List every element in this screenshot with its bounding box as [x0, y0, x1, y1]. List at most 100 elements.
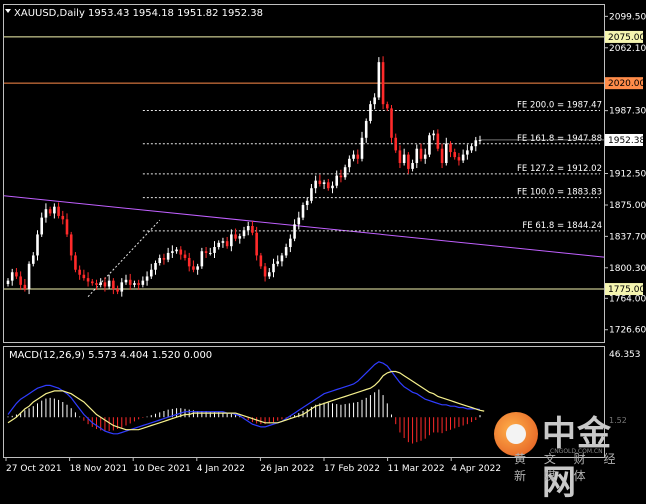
- candle-body-down: [82, 274, 86, 279]
- fibonacci-level-label: FE 161.8 = 1947.88: [517, 134, 602, 144]
- candle-body-up: [411, 162, 414, 169]
- candle-body-up: [10, 272, 14, 281]
- candle-body-up: [99, 282, 103, 285]
- candle-body-up: [27, 263, 31, 290]
- level-price-label: 1775.00: [608, 285, 645, 295]
- candle-body-up: [369, 104, 372, 121]
- fibonacci-level-label: FE 200.0 = 1987.47: [517, 100, 602, 110]
- price-axis-label: 1875.00: [609, 201, 646, 211]
- candle-body-down: [251, 226, 254, 233]
- candle-body-up: [213, 247, 216, 253]
- candle-body-down: [390, 108, 393, 138]
- candle-body-down: [436, 133, 440, 149]
- candle-body-up: [322, 182, 326, 185]
- candle-body-up: [149, 269, 153, 277]
- candle-body-up: [53, 206, 56, 214]
- candle-body-up: [217, 242, 221, 248]
- candle-body-up: [423, 154, 427, 159]
- candle-body-down: [204, 251, 208, 253]
- candle-body-down: [453, 152, 457, 158]
- candle-body-up: [120, 282, 124, 292]
- candle-body-up: [272, 263, 275, 273]
- candle-body-up: [343, 167, 347, 178]
- candle-body-down: [263, 266, 267, 277]
- candle-body-up: [310, 188, 313, 201]
- candle-body-up: [267, 272, 271, 277]
- candle-body-up: [44, 209, 48, 218]
- time-axis-label: 26 Jan 2022: [260, 464, 314, 474]
- candle-body-up: [171, 251, 174, 253]
- candle-body-down: [48, 209, 52, 214]
- price-axis-label: 1726.60: [609, 326, 646, 336]
- candle-body-up: [141, 280, 145, 285]
- macd-axis-label: 46.353: [609, 350, 641, 360]
- candle-body-down: [419, 148, 423, 159]
- symbol-header: XAUUSD,Daily 1953.43 1954.18 1951.82 195…: [14, 8, 263, 19]
- candle-body-up: [428, 135, 431, 155]
- current-price-label: 1952.38: [608, 136, 645, 146]
- price-axis-label: 2062.10: [609, 44, 646, 54]
- candle-body-down: [179, 249, 183, 255]
- time-axis-label: 18 Nov 2021: [70, 464, 128, 474]
- candle-body-up: [474, 140, 478, 147]
- candle-body-down: [318, 180, 322, 185]
- candle-body-up: [133, 283, 136, 285]
- candle-body-down: [398, 150, 402, 163]
- candle-body-down: [381, 62, 385, 105]
- candle-body-up: [154, 263, 157, 270]
- candle-body-down: [259, 255, 263, 267]
- candle-body-up: [246, 226, 250, 231]
- watermark-logo: 中金网 CNGOLD.COM.CN 黄 文 财 经 新 媒 体: [494, 404, 644, 503]
- candle-body-down: [23, 284, 27, 290]
- price-axis-label: 2099.50: [609, 12, 646, 22]
- candle-body-down: [86, 278, 90, 282]
- candle-body-down: [78, 269, 81, 275]
- level-price-label: 2075.00: [608, 33, 645, 43]
- level-price-label: 2020.00: [608, 79, 645, 89]
- candle-body-up: [373, 97, 376, 105]
- candle-body-up: [276, 261, 280, 264]
- macd-header: MACD(12,26,9) 5.573 4.404 1.520 0.000: [9, 350, 212, 361]
- candle-body-down: [61, 215, 65, 220]
- candle-body-up: [6, 280, 10, 285]
- price-axis-label: 1800.30: [609, 264, 646, 274]
- candle-body-down: [162, 257, 166, 260]
- time-axis-label: 11 Mar 2022: [388, 464, 445, 474]
- candle-body-down: [407, 154, 410, 169]
- candle-body-up: [402, 154, 406, 163]
- candle-body-up: [470, 146, 473, 151]
- price-axis-label: 1912.50: [609, 170, 646, 180]
- candle-body-down: [234, 234, 237, 239]
- candle-body-up: [158, 257, 162, 264]
- fibonacci-level-label: FE 127.2 = 1912.02: [517, 164, 602, 174]
- candle-body-down: [19, 276, 22, 285]
- candle-body-down: [65, 219, 69, 235]
- candle-body-up: [348, 158, 351, 168]
- candle-body-up: [36, 234, 39, 256]
- time-axis-label: 4 Jan 2022: [197, 464, 245, 474]
- candle-body-up: [466, 150, 469, 155]
- candle-body-down: [440, 148, 444, 163]
- candle-body-up: [166, 252, 170, 260]
- candle-body-down: [57, 206, 60, 216]
- candle-body-down: [69, 234, 73, 256]
- candle-body-down: [356, 154, 360, 159]
- candle-body-down: [394, 137, 398, 151]
- candle-body-up: [40, 217, 44, 235]
- price-axis-label: 1987.30: [609, 107, 646, 117]
- candle-body-up: [301, 205, 305, 218]
- candle-body-down: [385, 104, 389, 109]
- candle-body-down: [187, 257, 191, 267]
- candle-body-up: [196, 266, 199, 270]
- candle-body-up: [331, 185, 334, 189]
- candle-body-down: [183, 254, 187, 258]
- candle-body-down: [449, 143, 452, 153]
- candle-body-up: [289, 238, 292, 248]
- candle-body-up: [432, 133, 435, 136]
- fibonacci-level-label: FE 61.8 = 1844.24: [522, 221, 602, 231]
- candle-body-up: [461, 154, 465, 161]
- candle-body-up: [314, 180, 317, 189]
- fibonacci-level-label: FE 100.0 = 1883.83: [517, 188, 602, 198]
- candle-body-up: [305, 200, 309, 206]
- candle-body-down: [225, 241, 229, 247]
